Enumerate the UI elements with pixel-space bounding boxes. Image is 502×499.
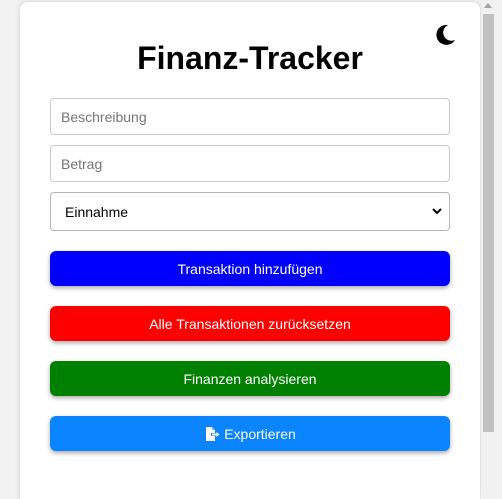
export-button[interactable]: Exportieren — [50, 416, 450, 451]
reset-transactions-label: Alle Transaktionen zurücksetzen — [149, 315, 351, 332]
transaction-type-select[interactable]: Einnahme — [50, 192, 450, 231]
page-title: Finanz-Tracker — [137, 40, 363, 76]
file-export-icon — [206, 426, 220, 441]
add-transaction-label: Transaktion hinzufügen — [177, 260, 323, 277]
chevron-down-icon — [432, 208, 442, 215]
scroll-up-arrow-icon[interactable] — [484, 3, 492, 8]
scrollbar-thumb[interactable] — [483, 14, 494, 432]
export-label: Exportieren — [224, 425, 296, 442]
transaction-type-value: Einnahme — [65, 204, 129, 220]
amount-input[interactable] — [50, 145, 450, 182]
analyze-finances-label: Finanzen analysieren — [183, 370, 317, 387]
analyze-finances-button[interactable]: Finanzen analysieren — [50, 361, 450, 396]
reset-transactions-button[interactable]: Alle Transaktionen zurücksetzen — [50, 306, 450, 341]
add-transaction-button[interactable]: Transaktion hinzufügen — [50, 251, 450, 286]
page: Finanz-Tracker Einnahme Transaktion hinz… — [0, 0, 502, 499]
description-input[interactable] — [50, 98, 450, 135]
